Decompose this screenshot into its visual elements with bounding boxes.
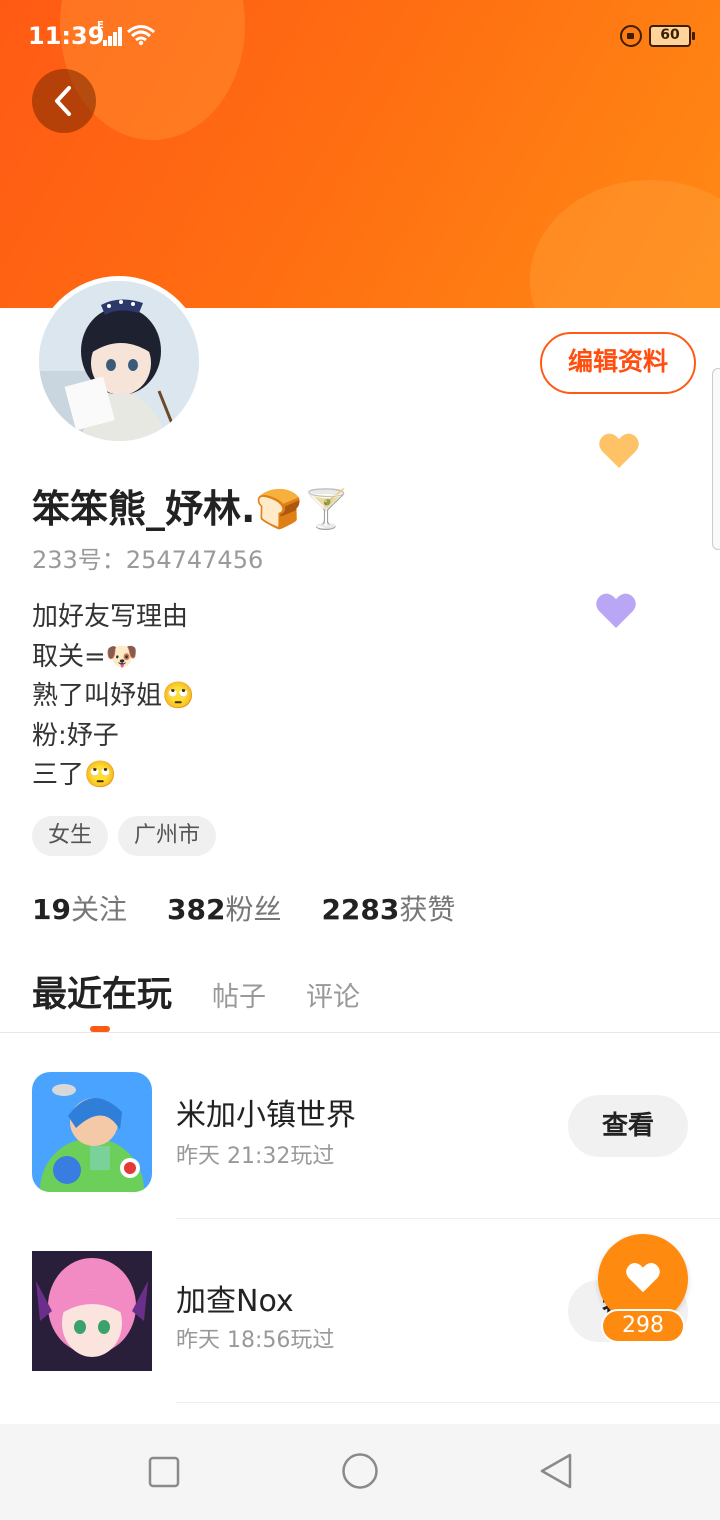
stat-value: 19 <box>32 893 71 926</box>
like-count-badge: 298 <box>601 1309 685 1343</box>
network-type: E <box>97 20 104 31</box>
bio-line: 熟了叫妤姐🙄 <box>32 681 195 711</box>
game-last-played: 昨天 18:56玩过 <box>176 1328 335 1353</box>
home-button[interactable] <box>341 1452 379 1494</box>
tab-posts[interactable]: 帖子 <box>212 975 266 1014</box>
stat-likes: 2283获赞 <box>321 888 455 928</box>
game-name: 加查Nox <box>176 1284 294 1319</box>
list-item[interactable]: 米加小镇世界 昨天 21:32玩过 查看 <box>0 1052 720 1202</box>
avatar[interactable] <box>34 276 204 446</box>
bio-line: 取关=🐶 <box>32 641 139 672</box>
system-nav-bar <box>0 1424 720 1520</box>
location-tag: 广州市 <box>118 816 217 856</box>
banner-decoration <box>530 180 720 308</box>
recents-button[interactable] <box>148 1456 180 1492</box>
back-button[interactable] <box>32 69 96 133</box>
square-nav-icon <box>148 1456 180 1488</box>
tab-comments[interactable]: 评论 <box>306 975 360 1014</box>
stat-value: 2283 <box>321 893 400 926</box>
heart-icon <box>596 593 636 628</box>
circle-nav-icon <box>342 1453 378 1489</box>
edit-profile-button[interactable]: 编辑资料 <box>540 332 696 394</box>
stat-followers[interactable]: 382粉丝 <box>167 888 281 928</box>
profile-page: 11:39 E 60 编辑资料 笨笨熊_妤林.🍞🍸 233号：254747456… <box>0 0 720 1520</box>
profile-tags: 女生 广州市 <box>32 816 217 856</box>
divider <box>176 1218 720 1219</box>
status-bar: 11:39 E 60 <box>0 0 720 72</box>
stat-label: 获赞 <box>399 893 456 926</box>
view-button[interactable]: 查看 <box>568 1095 688 1157</box>
heart-icon <box>599 433 639 468</box>
bio-line: 三了🙄 <box>32 760 117 790</box>
side-scroll-handle[interactable] <box>712 368 720 550</box>
bio-line: 粉:妤子 <box>32 720 119 751</box>
profile-uid: 233号：254747456 <box>32 546 264 574</box>
game-name: 米加小镇世界 <box>176 1098 356 1133</box>
divider <box>0 1032 720 1033</box>
tab-recently-played[interactable]: 最近在玩 <box>32 966 172 1017</box>
divider <box>176 1402 720 1403</box>
back-arrow-icon <box>55 86 71 116</box>
game-icon <box>32 1251 152 1371</box>
back-nav-button[interactable] <box>538 1452 574 1494</box>
profile-tabs: 最近在玩 帖子 评论 <box>32 966 400 1026</box>
game-last-played: 昨天 21:32玩过 <box>176 1144 335 1169</box>
game-icon <box>32 1072 152 1192</box>
stat-following[interactable]: 19关注 <box>32 888 127 928</box>
avatar-image <box>39 281 199 441</box>
wifi-icon <box>127 25 155 46</box>
profile-name: 笨笨熊_妤林.🍞🍸 <box>32 487 351 531</box>
rotation-lock-icon <box>620 25 642 47</box>
stat-value: 382 <box>166 893 226 926</box>
bio-line: 加好友写理由 <box>32 602 189 632</box>
profile-stats: 19关注 382粉丝 2283获赞 <box>32 888 455 928</box>
signal-icon: E <box>97 20 122 46</box>
profile-bio: 加好友写理由 取关=🐶 熟了叫妤姐🙄 粉:妤子 三了🙄 <box>32 598 194 796</box>
battery-icon: 60 <box>649 25 695 47</box>
triangle-back-nav-icon <box>540 1453 572 1489</box>
status-time: 11:39 <box>28 22 105 50</box>
heart-icon <box>626 1263 660 1293</box>
gender-tag: 女生 <box>32 816 109 856</box>
stat-label: 粉丝 <box>225 893 282 926</box>
stat-label: 关注 <box>70 893 127 926</box>
